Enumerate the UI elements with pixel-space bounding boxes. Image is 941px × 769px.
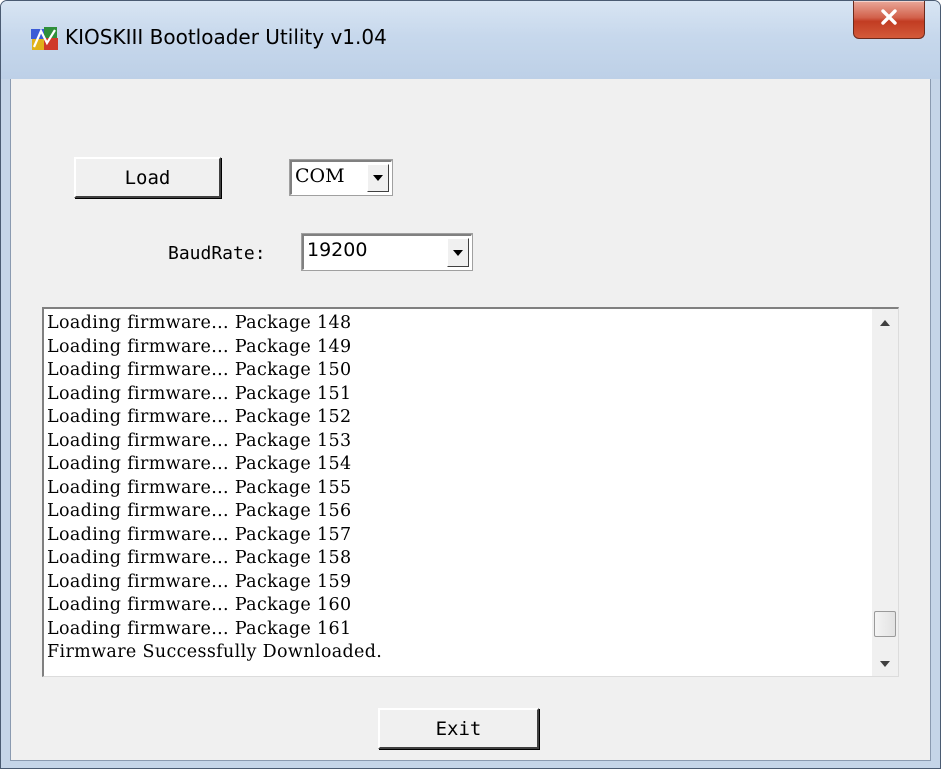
app-icon — [31, 27, 59, 51]
exit-button[interactable]: Exit — [378, 708, 539, 749]
scroll-up-arrow-icon — [880, 313, 890, 331]
close-icon — [880, 9, 898, 30]
baud-dropdown-button[interactable] — [447, 238, 469, 267]
app-window: KIOSKIII Bootloader Utility v1.04 Load C… — [0, 0, 941, 769]
title-bar[interactable]: KIOSKIII Bootloader Utility v1.04 — [1, 1, 940, 79]
log-line: Loading firmware... Package 149 — [47, 336, 352, 357]
log-line: Loading firmware... Package 156 — [47, 501, 352, 521]
baud-rate-select[interactable]: 19200 — [301, 233, 473, 271]
port-select-value: COM — [295, 165, 345, 187]
log-line: Loading firmware... Package 152 — [47, 407, 352, 427]
scroll-down-arrow-icon — [880, 654, 890, 672]
chevron-down-icon — [452, 244, 464, 262]
log-line: Loading firmware... Package 159 — [47, 571, 352, 592]
log-line: Loading firmware... Package 154 — [47, 454, 352, 474]
close-button[interactable] — [853, 1, 925, 39]
log-listbox[interactable]: Loading firmware... Package 148 Loading … — [42, 307, 899, 677]
log-scrollbar[interactable] — [872, 309, 898, 676]
log-line: Loading firmware... Package 158 — [47, 548, 352, 568]
log-line: Firmware Successfully Downloaded. — [47, 642, 383, 662]
baud-rate-value: 19200 — [307, 239, 368, 261]
scroll-thumb[interactable] — [874, 611, 896, 637]
port-dropdown-button[interactable] — [367, 164, 389, 192]
chevron-down-icon — [372, 169, 384, 187]
log-line: Loading firmware... Package 148 — [47, 313, 352, 333]
log-line: Loading firmware... Package 160 — [47, 595, 352, 615]
log-line: Loading firmware... Package 153 — [47, 430, 352, 451]
log-line: Loading firmware... Package 150 — [47, 360, 352, 380]
window-title: KIOSKIII Bootloader Utility v1.04 — [65, 25, 387, 49]
baud-rate-label: BaudRate: — [168, 243, 266, 264]
log-line: Loading firmware... Package 161 — [47, 618, 352, 639]
scroll-up-button[interactable] — [872, 309, 898, 335]
client-area: Load COM BaudRate: 19200 Loading firmwar… — [10, 79, 931, 761]
load-button[interactable]: Load — [74, 157, 221, 198]
log-line: Loading firmware... Package 157 — [47, 524, 352, 545]
log-line: Loading firmware... Package 151 — [47, 383, 352, 404]
log-line: Loading firmware... Package 155 — [47, 477, 352, 498]
scroll-down-button[interactable] — [872, 650, 898, 676]
port-select[interactable]: COM — [289, 159, 393, 196]
log-lines: Loading firmware... Package 148 Loading … — [47, 312, 867, 665]
